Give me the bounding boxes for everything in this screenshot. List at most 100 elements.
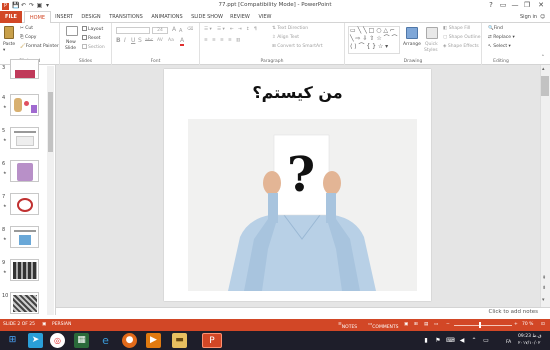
current-slide[interactable]: من کیستم؟ ? [164, 69, 431, 301]
keyboard-icon[interactable]: ⌨ [446, 333, 455, 348]
copy-button[interactable]: ⎘ Copy [20, 35, 36, 41]
firefox-icon[interactable]: ● [122, 333, 137, 348]
scroll-up-icon[interactable]: ▴ [542, 66, 545, 72]
shape-outline-button[interactable]: ▢ Shape Outline [443, 35, 481, 41]
chrome-icon[interactable]: ◎ [50, 333, 65, 348]
media-player-icon[interactable]: ▶ [146, 333, 161, 348]
new-slide-label-2[interactable]: Slide [65, 46, 76, 52]
fit-slide-icon[interactable]: ⊡ [541, 322, 545, 327]
shape-fill-button[interactable]: ◧ Shape Fill [443, 26, 470, 32]
select-button[interactable]: ↖ Select ▾ [488, 44, 511, 50]
slide-thumbnail-5[interactable] [10, 127, 39, 149]
reading-view-icon[interactable]: ▤ [424, 322, 428, 327]
thumbnail-scrollbar-thumb[interactable] [48, 92, 53, 152]
format-painter-button[interactable]: 🖌Format Painter [20, 44, 59, 50]
layout-button[interactable]: Layout [82, 26, 103, 33]
new-slide-icon[interactable] [66, 26, 78, 36]
font-color-button[interactable]: A [180, 38, 185, 46]
slide-sorter-view-icon[interactable]: ⊞ [414, 322, 418, 327]
show-hidden-icons-icon[interactable]: ⌃ [470, 333, 478, 348]
align-center-icon[interactable]: ≡ [212, 38, 216, 44]
zoom-slider[interactable] [454, 325, 512, 326]
start-button-icon[interactable]: ⊞ [5, 333, 20, 348]
spelling-icon[interactable]: ▣ [42, 322, 46, 327]
increase-indent-icon[interactable]: ⇥ [238, 27, 242, 33]
zoom-out-icon[interactable]: − [446, 322, 450, 327]
justify-icon[interactable]: ≡ [228, 38, 232, 44]
user-icon[interactable]: ☺ [540, 11, 545, 23]
input-language[interactable]: FA [506, 340, 511, 345]
scroll-down-icon[interactable]: ▾ [542, 297, 545, 303]
quick-styles-label-2[interactable]: Styles [424, 48, 438, 54]
prev-slide-icon[interactable]: ⇞ [542, 275, 546, 282]
tab-view[interactable]: VIEW [255, 11, 275, 23]
underline-button[interactable]: U [131, 38, 135, 44]
strikethrough-button[interactable]: abc [145, 38, 153, 44]
bullets-icon[interactable]: ☰ ▾ [204, 27, 212, 33]
reset-button[interactable]: Reset [82, 35, 101, 42]
flag-icon[interactable]: ⚑ [434, 333, 442, 348]
slide-thumbnail-8[interactable] [10, 226, 39, 248]
arrange-button[interactable]: Arrange [403, 42, 421, 48]
clear-formatting-icon[interactable]: ⌫ [187, 27, 193, 33]
italic-button[interactable]: I [124, 38, 126, 44]
slide-title[interactable]: من کیستم؟ [164, 83, 431, 102]
volume-icon[interactable]: ◀ [458, 333, 466, 348]
find-button[interactable]: 🔍Find [488, 26, 503, 32]
minimize-button[interactable]: — [510, 1, 520, 10]
shadow-button[interactable]: S [138, 38, 142, 44]
clock-time[interactable]: 09:23 ق.ظ [518, 334, 542, 339]
notes-button[interactable]: ≡ NOTES [338, 322, 357, 330]
slide-photo-man-with-question-mark[interactable]: ? [188, 119, 417, 291]
telegram-icon[interactable]: ➤ [28, 333, 43, 348]
normal-view-icon[interactable]: ▣ [404, 322, 408, 327]
clock-date[interactable]: ۲۰۱۷/۱۰/۰۲ [518, 341, 540, 346]
bold-button[interactable]: B [116, 38, 121, 44]
align-text-button[interactable]: ⇳ Align Text [272, 35, 299, 41]
convert-to-smartart-button[interactable]: ⊞ Convert to SmartArt [272, 44, 323, 50]
slide-thumbnail-6[interactable] [10, 160, 39, 182]
tab-slide-show[interactable]: SLIDE SHOW [189, 11, 225, 23]
collapse-ribbon-icon[interactable]: ⌃ [541, 55, 545, 61]
powerpoint-taskbar-icon[interactable]: P [202, 333, 222, 348]
align-right-icon[interactable]: ≡ [220, 38, 224, 44]
slideshow-view-icon[interactable]: ▭ [434, 322, 438, 327]
help-icon[interactable]: ? [486, 1, 496, 10]
slide-thumbnail-4[interactable] [10, 94, 39, 116]
arrange-icon[interactable] [406, 27, 418, 39]
shape-effects-button[interactable]: ◈ Shape Effects [443, 44, 479, 50]
slide-thumbnail-9[interactable] [10, 259, 39, 281]
cut-button[interactable]: ✂ Cut [20, 26, 33, 32]
tab-review[interactable]: REVIEW [228, 11, 252, 23]
slide-scrollbar-thumb[interactable] [541, 76, 549, 96]
character-spacing-button[interactable]: AV [157, 38, 163, 44]
tab-insert[interactable]: INSERT [53, 11, 75, 23]
shapes-gallery[interactable]: ▭ ╲ ╲ □ ○ △ ⌐ ╲ ⇨ ⇩ ⇧ ☆ ⌒ ⌒ ⟨ ⟩ ⌒ { } ☆ ▾ [348, 26, 400, 54]
grow-font-button[interactable]: A [172, 27, 176, 33]
slide-thumbnail-7[interactable] [10, 193, 39, 215]
paste-icon[interactable] [4, 26, 14, 39]
next-slide-icon[interactable]: ⇟ [542, 285, 546, 292]
columns-icon[interactable]: ▥ [236, 38, 240, 44]
section-button[interactable]: Section [82, 44, 105, 51]
numbering-icon[interactable]: ☰ ▾ [217, 27, 225, 33]
battery-icon[interactable]: ▭ [482, 333, 490, 348]
decrease-indent-icon[interactable]: ⇤ [230, 27, 234, 33]
quick-styles-icon[interactable] [426, 27, 438, 39]
zoom-level[interactable]: 70 % [522, 322, 533, 327]
slide-thumbnail-10[interactable] [10, 292, 39, 314]
zoom-slider-thumb[interactable] [479, 322, 481, 328]
paste-dropdown-icon[interactable]: ▾ [3, 48, 5, 54]
tab-animations[interactable]: ANIMATIONS [148, 11, 186, 23]
file-explorer-icon[interactable]: ▬ [172, 333, 187, 348]
comments-button[interactable]: ▭ COMMENTS [368, 322, 399, 330]
slide-thumbnail-3[interactable] [10, 59, 39, 79]
ribbon-display-options-icon[interactable]: ▭ [498, 1, 508, 10]
language-indicator[interactable]: PERSIAN [52, 322, 71, 327]
change-case-button[interactable]: Aa [168, 38, 174, 44]
internet-explorer-icon[interactable]: e [98, 333, 113, 348]
line-spacing-icon[interactable]: ↕ [246, 27, 250, 33]
network-icon[interactable]: ▮ [422, 333, 430, 348]
replace-button[interactable]: ⇄ Replace ▾ [488, 35, 515, 41]
close-button[interactable]: ✕ [536, 1, 546, 10]
